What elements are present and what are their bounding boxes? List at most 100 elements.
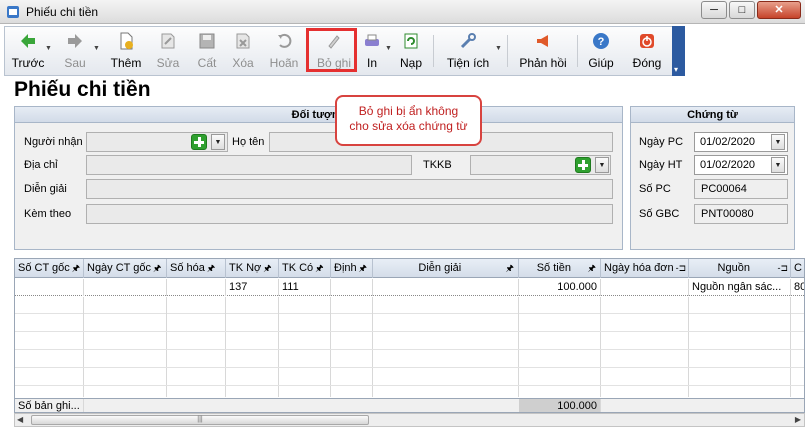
grid-footer: Số bản ghi... 100.000 — [15, 398, 804, 412]
callout-line-2: cho sửa xóa chứng từ — [349, 119, 468, 133]
edit-button[interactable]: Sửa — [152, 27, 184, 75]
pc-no-label: Số PC — [639, 183, 671, 195]
save-button[interactable]: Cất — [191, 27, 223, 75]
ht-date-label: Ngày HT — [639, 159, 683, 171]
window-title: Phiếu chi tiền — [26, 5, 99, 19]
annotation-callout: Bỏ ghi bị ẩn không cho sửa xóa chứng từ — [335, 95, 482, 146]
table-row[interactable] — [15, 297, 804, 397]
reload-label: Nạp — [399, 56, 422, 70]
scroll-thumb[interactable]: ||| — [31, 415, 369, 425]
table-row[interactable] — [15, 333, 804, 350]
arrow-right-icon — [66, 32, 84, 50]
pc-date-dropdown-icon[interactable]: ▼ — [771, 134, 785, 150]
tkkb-dropdown-icon[interactable]: ▼ — [595, 157, 609, 173]
table-row[interactable] — [15, 369, 804, 386]
attachment-label: Kèm theo — [24, 208, 72, 220]
feedback-label: Phản hồi — [519, 56, 567, 70]
address-field[interactable] — [86, 155, 412, 175]
undo-icon — [275, 32, 293, 50]
undo-button[interactable]: Hoãn — [265, 27, 303, 75]
detail-grid: Số CT gốc 🖈 Ngày CT gốc 🖈 Số hóa 🖈 TK Nợ 🖈 T… — [14, 258, 805, 413]
table-row[interactable] — [15, 351, 804, 368]
close-label: Đóng — [632, 56, 662, 70]
voucher-panel: Chứng từ — [630, 106, 795, 250]
table-row[interactable]: 137 111 100.000 Nguồn ngân sác... 80 — [15, 279, 804, 296]
subject-panel: Đối tượng — [14, 106, 623, 250]
col-header[interactable]: Diễn giải 🖈 — [373, 259, 519, 278]
add-receiver-icon[interactable] — [191, 134, 207, 150]
callout-line-1: Bỏ ghi bị ẩn không — [358, 104, 459, 118]
highlight-box — [306, 28, 357, 72]
printer-icon — [363, 32, 381, 50]
scroll-left-icon[interactable]: ◀ — [17, 415, 23, 424]
utilities-dropdown-icon[interactable]: ▼ — [495, 45, 502, 52]
horizontal-scrollbar[interactable]: ◀ ||| ▶ — [14, 413, 805, 427]
print-label: In — [366, 56, 377, 70]
add-tkkb-icon[interactable] — [575, 157, 591, 173]
utilities-label: Tiện ích — [446, 56, 490, 70]
credit-cell[interactable]: 111 — [279, 279, 331, 296]
description-field[interactable] — [86, 179, 613, 199]
floppy-icon — [198, 32, 216, 50]
add-document-icon — [117, 32, 135, 50]
edit-label: Sửa — [156, 56, 180, 70]
gbc-no-field[interactable]: PNT00080 — [694, 204, 788, 224]
amount-cell[interactable]: 100.000 — [519, 279, 601, 296]
toolbar-separator — [507, 35, 508, 67]
next-dropdown-icon[interactable]: ▼ — [93, 45, 100, 52]
delete-icon — [234, 32, 252, 50]
debit-cell[interactable]: 137 — [226, 279, 279, 296]
receiver-dropdown-icon[interactable]: ▼ — [211, 134, 225, 150]
table-row[interactable] — [15, 315, 804, 332]
subject-panel-header: Đối tượng — [15, 107, 622, 123]
back-dropdown-icon[interactable]: ▼ — [45, 45, 52, 52]
maximize-button[interactable]: □ — [729, 1, 755, 19]
delete-label: Xóa — [232, 56, 254, 70]
help-button[interactable]: ? Giúp — [585, 27, 617, 75]
col-header[interactable]: Nguồn -⊐ — [689, 259, 791, 278]
grid-header: Số CT gốc 🖈 Ngày CT gốc 🖈 Số hóa 🖈 TK Nợ 🖈 T… — [15, 259, 804, 278]
delete-button[interactable]: Xóa — [227, 27, 259, 75]
col-header[interactable]: C — [791, 259, 804, 278]
extra-cell[interactable]: 80 — [791, 279, 804, 296]
close-window-button[interactable]: ✕ — [757, 1, 801, 19]
add-button[interactable]: Thêm — [108, 27, 144, 75]
col-header[interactable]: Định 🖈 — [331, 259, 373, 278]
pc-no-field[interactable]: PC00064 — [694, 179, 788, 199]
source-cell[interactable]: Nguồn ngân sác... — [689, 279, 791, 296]
ht-date-dropdown-icon[interactable]: ▼ — [771, 157, 785, 173]
reload-button[interactable]: Nạp — [397, 27, 425, 75]
feedback-button[interactable]: Phản hồi — [517, 27, 569, 75]
window-titlebar: Phiếu chi tiền ─ □ ✕ — [0, 0, 805, 24]
add-label: Thêm — [110, 56, 142, 70]
description-label: Diễn giải — [24, 183, 67, 195]
minimize-button[interactable]: ─ — [701, 1, 727, 19]
scroll-right-icon[interactable]: ▶ — [795, 415, 801, 424]
toolbar-overflow-button[interactable]: ▾ — [672, 26, 685, 76]
utilities-button[interactable]: Tiện ích — [445, 27, 491, 75]
col-header[interactable]: Số tiền 🖈 — [519, 259, 601, 278]
help-label: Giúp — [588, 56, 614, 70]
col-header[interactable]: Ngày hóa đơn -⊐ — [601, 259, 689, 278]
attachment-field[interactable] — [86, 204, 613, 224]
fullname-label: Họ tên — [232, 136, 265, 148]
app-icon — [7, 6, 19, 18]
close-button[interactable]: Đóng — [627, 27, 667, 75]
print-button[interactable]: In — [359, 27, 385, 75]
print-dropdown-icon[interactable]: ▼ — [385, 45, 392, 52]
back-button[interactable]: Trước — [10, 27, 46, 75]
col-header[interactable]: Số CT gốc 🖈 — [15, 259, 84, 278]
col-header[interactable]: Số hóa 🖈 — [167, 259, 226, 278]
tkkb-label: TKKB — [423, 159, 452, 171]
edit-icon — [159, 32, 177, 50]
col-header[interactable]: Ngày CT gốc 🖈 — [84, 259, 167, 278]
col-header[interactable]: TK Có 🖈 — [279, 259, 331, 278]
address-label: Địa chỉ — [24, 159, 58, 171]
next-button[interactable]: Sau — [57, 27, 93, 75]
receiver-label: Người nhận — [24, 136, 83, 148]
col-header[interactable]: TK Nợ 🖈 — [226, 259, 279, 278]
save-label: Cất — [197, 56, 217, 70]
svg-text:?: ? — [598, 36, 605, 48]
next-label: Sau — [64, 56, 86, 70]
overflow-icon: ▾ — [674, 65, 679, 74]
